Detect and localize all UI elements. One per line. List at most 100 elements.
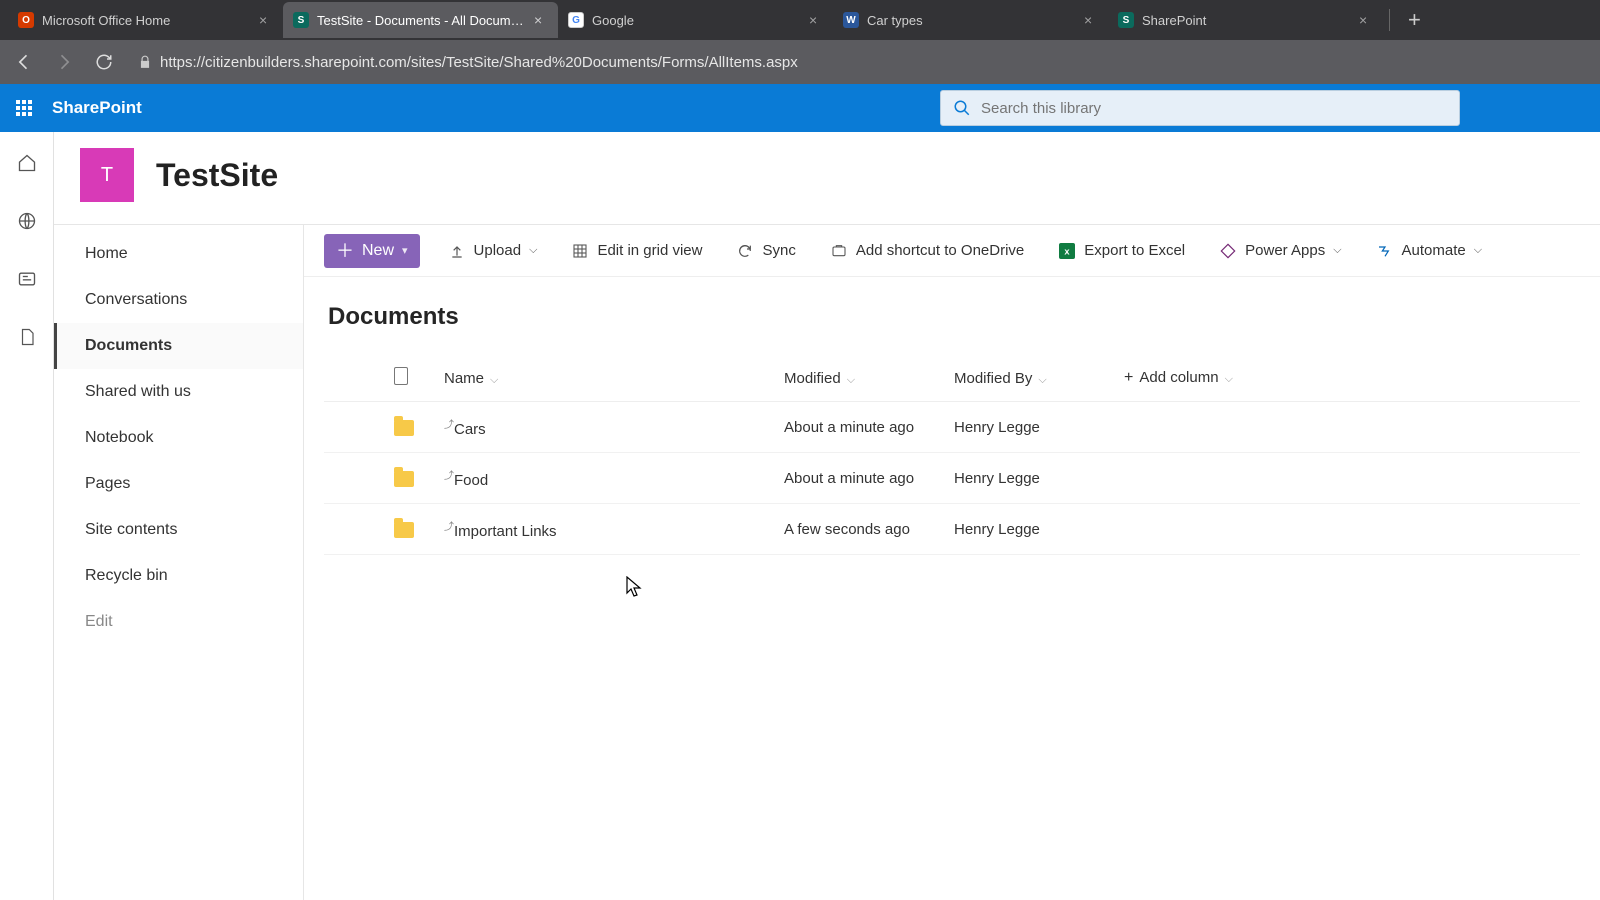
shortcut-icon — [830, 242, 848, 260]
cell-modified: A few seconds ago — [774, 504, 944, 555]
sync-icon — [736, 242, 754, 260]
automate-button[interactable]: Automate ⌵ — [1370, 236, 1489, 266]
svg-text:x: x — [1065, 246, 1071, 256]
rail-home-icon[interactable] — [16, 152, 38, 174]
cell-modified-by: Henry Legge — [944, 504, 1114, 555]
edit-grid-button[interactable]: Edit in grid view — [565, 236, 708, 266]
global-nav-rail — [0, 132, 54, 900]
tab-favicon: O — [18, 12, 34, 28]
automate-icon — [1376, 242, 1394, 260]
sync-button[interactable]: Sync — [730, 236, 801, 266]
tab-close-icon[interactable]: × — [1359, 12, 1373, 28]
tab-close-icon[interactable]: × — [809, 12, 823, 28]
cell-modified-by: Henry Legge — [944, 402, 1114, 453]
chevron-down-icon: ⌵ — [529, 244, 537, 257]
mouse-cursor — [626, 576, 644, 600]
new-button[interactable]: ＋ New ▾ — [324, 234, 420, 268]
leftnav-item[interactable]: Home — [54, 231, 303, 277]
power-apps-button[interactable]: Power Apps ⌵ — [1213, 236, 1347, 266]
leftnav-item[interactable]: Recycle bin — [54, 553, 303, 599]
tab-favicon: G — [568, 12, 584, 28]
library-title: Documents — [324, 303, 1580, 331]
powerapps-icon — [1219, 242, 1237, 260]
leftnav-item[interactable]: Shared with us — [54, 369, 303, 415]
leftnav-item[interactable]: Conversations — [54, 277, 303, 323]
cell-modified: About a minute ago — [774, 402, 944, 453]
tab-title: SharePoint — [1142, 13, 1351, 28]
add-shortcut-button[interactable]: Add shortcut to OneDrive — [824, 236, 1030, 266]
tab-favicon: S — [293, 12, 309, 28]
cell-modified: About a minute ago — [774, 453, 944, 504]
browser-tab[interactable]: W Car types × — [833, 2, 1108, 38]
site-logo[interactable]: T — [80, 148, 134, 202]
table-row[interactable]: ⤴Important Links A few seconds ago Henry… — [324, 504, 1580, 555]
cell-name[interactable]: ⤴Food — [434, 453, 774, 504]
leftnav-item[interactable]: Edit — [54, 599, 303, 645]
search-input[interactable] — [981, 100, 1447, 117]
col-modified[interactable]: Modified⌵ — [774, 355, 944, 402]
document-library: Documents Name⌵ Modified⌵ Modified By⌵ +… — [304, 277, 1600, 581]
tab-title: Google — [592, 13, 801, 28]
table-row[interactable]: ⤴Food About a minute ago Henry Legge — [324, 453, 1580, 504]
left-nav: HomeConversationsDocumentsShared with us… — [54, 225, 304, 900]
col-name[interactable]: Name⌵ — [434, 355, 774, 402]
site-header: T TestSite — [54, 132, 1600, 224]
tab-favicon: W — [843, 12, 859, 28]
browser-chrome: O Microsoft Office Home ×S TestSite - Do… — [0, 0, 1600, 84]
browser-tab[interactable]: O Microsoft Office Home × — [8, 2, 283, 38]
cell-name[interactable]: ⤴Cars — [434, 402, 774, 453]
rail-globe-icon[interactable] — [16, 210, 38, 232]
upload-button[interactable]: Upload ⌵ — [442, 236, 544, 266]
browser-tab[interactable]: S SharePoint × — [1108, 2, 1383, 38]
browser-tab[interactable]: G Google × — [558, 2, 833, 38]
table-row[interactable]: ⤴Cars About a minute ago Henry Legge — [324, 402, 1580, 453]
content-area: T TestSite HomeConversationsDocumentsSha… — [54, 132, 1600, 900]
chevron-down-icon: ⌵ — [1333, 244, 1341, 257]
folder-icon — [394, 471, 414, 487]
tab-close-icon[interactable]: × — [259, 12, 273, 28]
chevron-down-icon: ⌵ — [1474, 244, 1482, 257]
tab-favicon: S — [1118, 12, 1134, 28]
suite-header: SharePoint — [0, 84, 1600, 132]
leftnav-item[interactable]: Notebook — [54, 415, 303, 461]
command-bar: ＋ New ▾ Upload ⌵ — [304, 225, 1600, 277]
file-icon — [394, 367, 408, 385]
upload-icon — [448, 242, 466, 260]
forward-button[interactable] — [50, 48, 78, 76]
folder-icon — [394, 522, 414, 538]
waffle-icon — [16, 100, 32, 116]
suite-name-link[interactable]: SharePoint — [48, 98, 142, 118]
browser-tab[interactable]: S TestSite - Documents - All Documents × — [283, 2, 558, 38]
app-launcher-button[interactable] — [0, 100, 48, 116]
address-field[interactable]: https://citizenbuilders.sharepoint.com/s… — [130, 54, 798, 71]
export-excel-button[interactable]: x Export to Excel — [1052, 236, 1191, 266]
main-panel: ＋ New ▾ Upload ⌵ — [304, 225, 1600, 900]
leftnav-item[interactable]: Site contents — [54, 507, 303, 553]
cell-name[interactable]: ⤴Important Links — [434, 504, 774, 555]
lock-icon — [138, 55, 152, 69]
back-button[interactable] — [10, 48, 38, 76]
plus-icon: ＋ — [336, 242, 354, 260]
col-add[interactable]: +Add column⌵ — [1114, 355, 1580, 402]
search-icon — [953, 99, 971, 117]
tab-title: TestSite - Documents - All Documents — [317, 13, 526, 28]
new-tab-button[interactable]: + — [1396, 7, 1433, 33]
excel-icon: x — [1058, 242, 1076, 260]
tab-close-icon[interactable]: × — [1084, 12, 1098, 28]
col-modified-by[interactable]: Modified By⌵ — [944, 355, 1114, 402]
leftnav-item[interactable]: Pages — [54, 461, 303, 507]
search-box[interactable] — [940, 90, 1460, 126]
tab-title: Microsoft Office Home — [42, 13, 251, 28]
site-title[interactable]: TestSite — [156, 157, 278, 194]
tab-close-icon[interactable]: × — [534, 12, 548, 28]
tab-title: Car types — [867, 13, 1076, 28]
reload-button[interactable] — [90, 48, 118, 76]
col-type[interactable] — [384, 355, 434, 402]
col-select[interactable] — [324, 355, 384, 402]
tab-strip: O Microsoft Office Home ×S TestSite - Do… — [0, 0, 1600, 40]
chevron-down-icon: ▾ — [402, 244, 408, 257]
rail-news-icon[interactable] — [16, 268, 38, 290]
leftnav-item[interactable]: Documents — [54, 323, 303, 369]
rail-files-icon[interactable] — [16, 326, 38, 348]
address-bar: https://citizenbuilders.sharepoint.com/s… — [0, 40, 1600, 84]
